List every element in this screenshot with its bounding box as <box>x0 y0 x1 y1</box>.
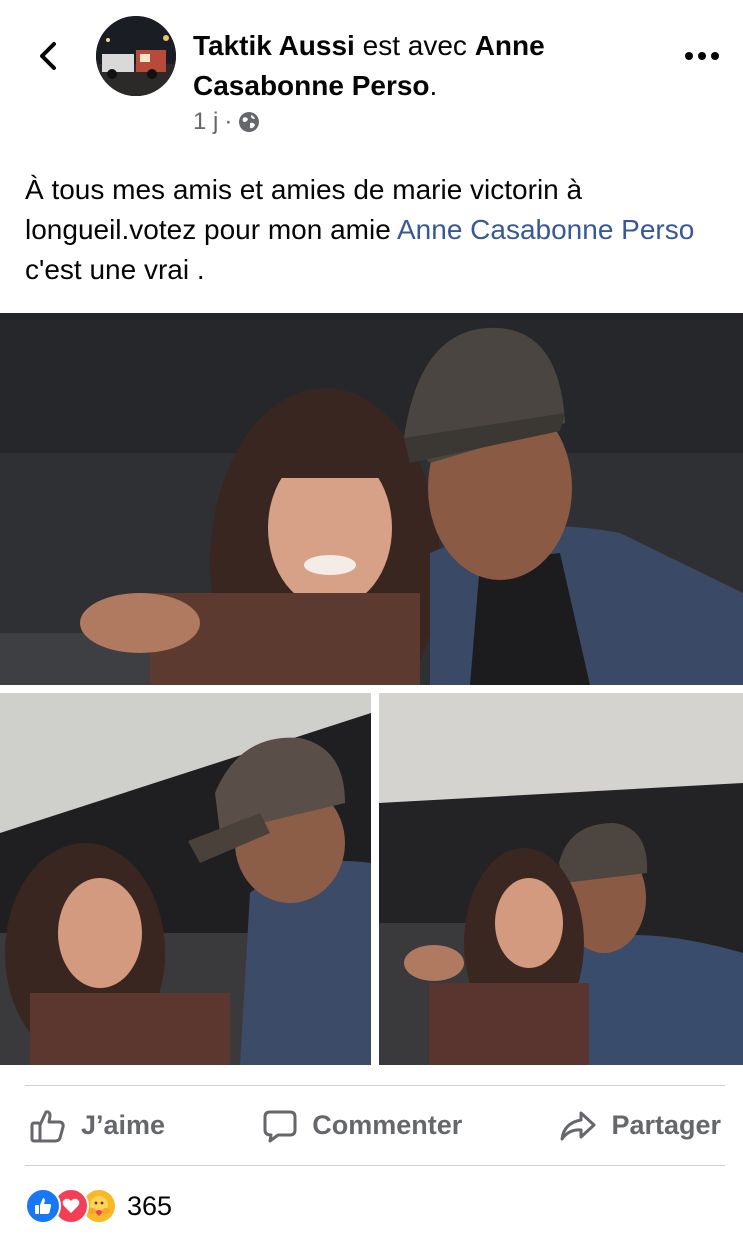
post-meta: 1 j · <box>193 108 260 136</box>
comment-icon <box>263 1110 297 1142</box>
timestamp[interactable]: 1 j <box>193 108 218 136</box>
more-options-button[interactable] <box>682 44 722 68</box>
comment-button[interactable]: Commenter <box>258 1108 466 1144</box>
avatar-image <box>96 16 176 96</box>
meta-separator: · <box>224 108 233 135</box>
post-text-after: c'est une vrai . <box>25 254 205 285</box>
like-reaction-icon <box>25 1188 61 1224</box>
mention-link[interactable]: Anne Casabonne Perso <box>397 214 694 245</box>
thumbs-up-icon <box>30 1109 65 1142</box>
tagged-suffix: . <box>429 70 438 101</box>
photo-left[interactable] <box>0 693 371 1065</box>
with-text: est avec <box>362 30 467 61</box>
post-author-line: Taktik Aussi est avec Anne Casabonne Per… <box>193 26 653 106</box>
action-bar: J’aime Commenter Partager <box>25 1086 725 1165</box>
reactions-summary[interactable]: 365 <box>25 1188 172 1224</box>
chevron-left-icon <box>40 42 56 70</box>
like-button[interactable]: J’aime <box>25 1107 169 1145</box>
photo-main-image <box>0 313 743 685</box>
avatar[interactable] <box>96 16 176 96</box>
share-button[interactable]: Partager <box>555 1109 725 1143</box>
photo-right-image <box>379 693 743 1065</box>
more-horizontal-icon <box>685 52 719 60</box>
photo-main[interactable] <box>0 313 743 685</box>
photo-right[interactable] <box>379 693 743 1065</box>
like-label: J’aime <box>81 1110 166 1140</box>
share-icon <box>560 1111 596 1140</box>
reaction-count: 365 <box>127 1190 173 1221</box>
author-name[interactable]: Taktik Aussi <box>193 30 355 61</box>
divider <box>25 1165 725 1166</box>
photo-left-image <box>0 693 371 1065</box>
post-text: À tous mes amis et amies de marie victor… <box>25 170 725 290</box>
share-label: Partager <box>611 1110 721 1140</box>
comment-label: Commenter <box>312 1110 463 1140</box>
post-header: Taktik Aussi est avec Anne Casabonne Per… <box>0 0 743 150</box>
back-button[interactable] <box>30 36 66 76</box>
globe-icon <box>239 112 260 132</box>
